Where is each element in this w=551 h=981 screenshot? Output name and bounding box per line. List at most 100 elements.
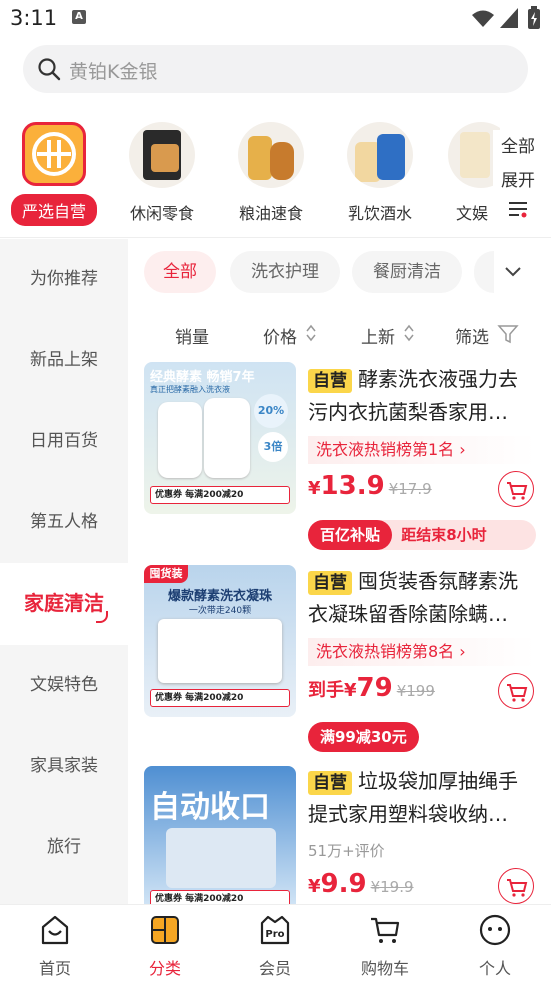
nav-home[interactable]: 首页 [15, 913, 95, 979]
profile-icon [479, 914, 511, 946]
battery-icon [528, 6, 540, 29]
sidebar-item-identity-v[interactable]: 第五人格 [0, 482, 128, 562]
price-value: 13.9 [320, 471, 385, 501]
product-image-coupon: 优惠券 每满200减20 [150, 486, 290, 504]
category-label: 粮油速食 [238, 204, 303, 223]
product-image-percent: 20% [254, 394, 288, 428]
sort-new[interactable]: 上新 [361, 323, 395, 348]
drinks-image [347, 122, 413, 188]
all-expand-line1: 全部 [501, 137, 535, 157]
sort-arrows-icon [306, 324, 316, 342]
snacks-image [129, 122, 195, 188]
old-price: ¥19.9 [370, 878, 414, 896]
nav-category[interactable]: 分类 [125, 913, 205, 979]
sidebar-item-wenyu[interactable]: 文娱特色 [0, 645, 128, 725]
product-title-1[interactable]: 自营 酵素洗衣液强力去污内衣抗菌梨香家用… [308, 363, 536, 429]
chip-kitchen[interactable]: 餐厨清洁 [352, 251, 462, 293]
product-title-2[interactable]: 自营 囤货装香氛酵素洗衣凝珠留香除菌除螨… [308, 565, 536, 631]
chip-more-partial[interactable] [474, 251, 494, 293]
nav-label: 个人 [478, 959, 511, 978]
rank-link[interactable]: 洗衣液热销榜第1名 › [308, 436, 536, 464]
category-label: 严选自营 [11, 194, 97, 226]
nav-member[interactable]: Pro 会员 [235, 913, 315, 979]
cart-icon [507, 879, 528, 897]
product-list-panel: 全部 洗衣护理 餐厨清洁 销量 价格 上新 筛选 经典酵素 畅销7年 真正把酵素… [128, 239, 551, 904]
category-drinks[interactable]: 乳饮酒水 [332, 122, 428, 224]
chip-all[interactable]: 全部 [144, 251, 216, 293]
chevron-right-icon: › [459, 642, 466, 661]
category-snacks[interactable]: 休闲零食 [114, 122, 210, 224]
add-to-cart-button[interactable] [498, 868, 534, 904]
all-expand-button[interactable]: 全部 展开 [493, 130, 543, 218]
rank-link[interactable]: 洗衣液热销榜第8名 › [308, 638, 536, 666]
product-image[interactable]: 自动收口 优惠券 每满200减20 [144, 766, 296, 904]
rank-text: 洗衣液热销榜第8名 [316, 642, 455, 661]
chevron-down-icon[interactable] [504, 265, 522, 279]
product-image-headline: 自动收口 [150, 790, 270, 825]
product-title-3[interactable]: 自营 垃圾袋加厚抽绳手提式家用塑料袋收纳… [308, 765, 536, 831]
cart-icon [371, 917, 400, 943]
nav-label: 购物车 [360, 959, 409, 978]
category-wenyu[interactable]: 文娱 [440, 122, 500, 224]
price-value: 79 [356, 673, 393, 703]
product-image-headline: 经典酵素 畅销7年 [150, 370, 255, 385]
chevron-right-icon: › [459, 440, 466, 459]
add-to-cart-button[interactable] [498, 673, 534, 709]
price-value: 9.9 [320, 869, 367, 899]
search-placeholder: 黄铂K金银 [69, 61, 158, 83]
category-label: 乳饮酒水 [347, 204, 412, 223]
product-image-tag: 囤货装 [144, 565, 188, 583]
sort-sales[interactable]: 销量 [175, 323, 209, 348]
product-image-times: 3倍 [258, 432, 288, 462]
subsidy-label: 百亿补贴 [308, 520, 393, 550]
nav-cart[interactable]: 购物车 [345, 913, 425, 979]
category-grain-oil[interactable]: 粮油速食 [223, 122, 319, 224]
sidebar-item-furniture[interactable]: 家具家装 [0, 726, 128, 806]
sidebar-item-recommend[interactable]: 为你推荐 [0, 239, 128, 319]
home-icon [41, 915, 69, 945]
sort-price[interactable]: 价格 [263, 323, 297, 348]
filter-funnel-icon [497, 325, 519, 344]
nav-label: 分类 [148, 959, 181, 978]
nav-label: 会员 [258, 959, 291, 978]
pro-member-icon: Pro [260, 915, 290, 945]
search-bar[interactable]: 黄铂K金银 [23, 45, 528, 93]
sidebar-item-new[interactable]: 新品上架 [0, 320, 128, 400]
self-operated-tag: 自营 [308, 369, 352, 393]
add-to-cart-button[interactable] [498, 471, 534, 507]
notification-a-icon: A [72, 10, 86, 24]
product-image-coupon: 优惠券 每满200减20 [150, 689, 290, 707]
category-icon [151, 916, 179, 944]
grain-oil-image [238, 122, 304, 188]
nav-profile[interactable]: 个人 [455, 913, 535, 979]
subsidy-countdown: 距结束8小时 [401, 526, 487, 544]
yanxuan-logo-icon [22, 122, 86, 186]
self-operated-tag: 自营 [308, 571, 352, 595]
all-expand-line2: 展开 [501, 171, 535, 191]
review-count: 51万+评价 [308, 842, 385, 860]
nav-label: 首页 [38, 959, 71, 978]
sort-filter[interactable]: 筛选 [455, 323, 489, 348]
chip-laundry[interactable]: 洗衣护理 [230, 251, 340, 293]
product-image[interactable]: 囤货装 爆款酵素洗衣凝珠 一次带走240颗 优惠券 每满200减20 [144, 565, 296, 717]
search-icon [38, 58, 61, 81]
price-prefix: ¥ [308, 876, 321, 897]
product-image[interactable]: 经典酵素 畅销7年 真正把酵素融入洗衣液 20% 3倍 优惠券 每满200减20 [144, 362, 296, 514]
wifi-icon [472, 10, 494, 27]
cart-icon [507, 684, 528, 702]
category-label: 文娱 [456, 204, 489, 223]
product-image-coupon: 优惠券 每满200减20 [150, 890, 290, 904]
category-yanxuan[interactable]: 严选自营 [6, 122, 102, 226]
sidebar-item-travel[interactable]: 旅行 [0, 807, 128, 887]
price-prefix: 到手¥ [308, 680, 357, 701]
subsidy-badge: 百亿补贴 距结束8小时 [308, 520, 536, 550]
old-price: ¥199 [396, 682, 435, 700]
category-strip: 严选自营 休闲零食 粮油速食 乳饮酒水 文娱 全部 展开 [0, 102, 551, 238]
sidebar-item-home-cleaning[interactable]: 家庭清洁 [0, 563, 128, 645]
sidebar: 为你推荐 新品上架 日用百货 第五人格 家庭清洁 文娱特色 家具家装 旅行 [0, 239, 128, 904]
product-image-headline: 爆款酵素洗衣凝珠 [167, 589, 272, 604]
sidebar-item-daily[interactable]: 日用百货 [0, 401, 128, 481]
sort-arrows-icon [404, 324, 414, 342]
product-image-subline: 真正把酵素融入洗衣液 [150, 385, 230, 394]
old-price: ¥17.9 [388, 480, 432, 498]
